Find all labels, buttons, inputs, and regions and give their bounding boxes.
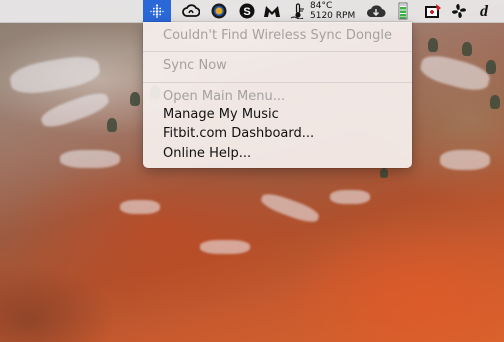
- malwarebytes-icon[interactable]: [261, 0, 283, 22]
- manage-music-item[interactable]: Manage My Music: [163, 107, 279, 123]
- svg-text:d: d: [480, 3, 489, 19]
- circle-app-icon[interactable]: [208, 0, 230, 22]
- menu-separator: [143, 82, 412, 83]
- dictionary-icon[interactable]: d: [474, 0, 494, 22]
- skype-icon[interactable]: S: [236, 0, 258, 22]
- menu-bar: S 84°C 5120 RPM d: [0, 0, 504, 23]
- battery-icon[interactable]: [394, 0, 412, 22]
- menu-separator: [143, 51, 412, 52]
- fitbit-dropdown-menu: Couldn't Find Wireless Sync Dongle Sync …: [143, 22, 412, 168]
- sync-now-item[interactable]: Sync Now: [163, 58, 227, 74]
- fitbit-status-item[interactable]: [143, 0, 171, 22]
- fitbit-icon: [150, 4, 164, 18]
- creative-cloud-icon[interactable]: [180, 0, 202, 22]
- fan-icon[interactable]: [449, 0, 469, 22]
- fitbit-dashboard-item[interactable]: Fitbit.com Dashboard...: [163, 126, 314, 142]
- rescue-icon[interactable]: [422, 0, 444, 22]
- sync-status-message: Couldn't Find Wireless Sync Dongle: [163, 28, 392, 43]
- cloud-download-icon[interactable]: [364, 0, 388, 22]
- cpu-temperature: 84°C: [310, 1, 333, 11]
- svg-text:S: S: [243, 6, 250, 18]
- system-stats-readout[interactable]: 84°C 5120 RPM: [310, 1, 355, 21]
- temperature-icon: [288, 0, 308, 22]
- open-main-menu-item[interactable]: Open Main Menu...: [163, 89, 285, 105]
- online-help-item[interactable]: Online Help...: [163, 146, 251, 162]
- fan-speed: 5120 RPM: [310, 11, 356, 21]
